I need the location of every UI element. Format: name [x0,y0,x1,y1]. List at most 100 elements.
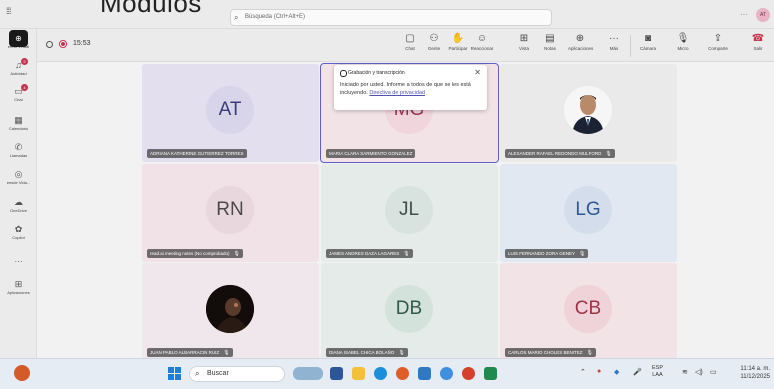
participant-tile[interactable]: CB CARLOS MARIO CHOLES BENITEZ 🎙 [500,263,677,361]
mic-muted-icon: 🎙 [605,151,612,157]
calendar-app-icon[interactable] [418,367,431,380]
rail-item-life[interactable]: ◎ eesde Vida... [0,169,37,185]
mic-button-label: Micro [677,46,689,51]
participant-tile[interactable]: LG LUIS FERNANDO ZORA GENEY 🎙 [500,164,677,262]
participant-tile[interactable]: JL JAMES ANDRES DAZA LAGARES 🎙 [321,164,498,262]
tray-teams-icon[interactable]: ◆ [614,368,619,376]
participant-name: JUAN PABLO ALBARRACIN RUIZ [150,350,220,355]
rail-item-calendar[interactable]: ▦ Calendario [0,115,37,131]
edge-icon[interactable] [374,367,387,380]
overlay-title: Modulos [100,0,202,18]
people-button[interactable]: ⚇ Gente [422,33,446,51]
notes-button[interactable]: ▤ Notas [538,33,562,51]
rail-item-label: Llamadas [9,153,28,158]
rail-item-label: OneDrive [10,208,27,213]
rail-item-activity[interactable]: ♫ 9 Actividad [0,58,37,76]
app-rail: ⊕ ermd Virtual ♫ 9 Actividad ▭ 4 Chat ▦ … [0,29,37,358]
activity-badge: 9 [21,58,28,65]
rail-item-copilot[interactable]: ✿ Copilot [0,224,37,240]
rail-item-calls[interactable]: ✆ Llamadas [0,142,37,158]
more-button-label: Más [609,46,619,51]
popup-title: Grabación y transcripción [340,70,481,77]
widgets-icon[interactable] [293,367,323,380]
rail-item-label: Copilot [12,235,25,240]
copilot-app-icon[interactable] [440,367,453,380]
volume-icon[interactable]: ◁) [695,368,703,376]
mic-muted-icon: 🎙 [403,251,410,257]
weather-icon[interactable] [14,365,30,381]
more-options-icon[interactable]: ··· [740,10,748,19]
chrome-icon[interactable] [462,367,475,380]
language-indicator[interactable]: ESP LAA [652,365,663,379]
rail-item-label: Actividad [10,71,27,76]
app-launcher-icon[interactable]: ⁞⁞⁞ [6,6,11,16]
participant-name: ADRIANA KATHERINE GUTIERREZ TORRES [150,151,244,156]
view-button-label: Vista [519,46,529,51]
participant-tile[interactable]: AT ADRIANA KATHERINE GUTIERREZ TORRES [142,64,319,162]
mic-muted-icon: 🎙 [233,251,240,257]
participant-tile[interactable]: RN read.ai meeting notes (No comprobado) 🎙 [142,164,319,262]
apps-button[interactable]: ⊕ Aplicaciones [568,33,593,51]
store-icon[interactable] [396,367,409,380]
windows-taskbar: ⌕ Buscar ⌃ ● ◆ 🎤 ESP LAA ≋ ◁) ▭ 11:14 a.… [0,358,774,389]
apps-icon: ⊞ [14,279,23,289]
participant-name: JAMES ANDRES DAZA LAGARES [329,251,400,256]
rail-item-apps[interactable]: ⊞ Aplicaciones [0,279,37,295]
taskbar-search-label: Buscar [207,370,229,377]
participant-name-tag: LUIS FERNANDO ZORA GENEY 🎙 [505,249,589,258]
profile-avatar[interactable]: AT [756,8,770,22]
rail-item-more[interactable]: ··· [0,257,37,266]
excel-icon[interactable] [484,367,497,380]
participant-name-tag: ADRIANA KATHERINE GUTIERREZ TORRES [147,149,247,158]
copilot-icon: ✿ [14,224,23,234]
chevron-up-icon[interactable]: ⌃ [580,368,586,376]
tray-app-icon[interactable]: ● [597,368,601,375]
participant-avatar: JL [385,186,433,234]
privacy-policy-link[interactable]: Directiva de privacidad [369,90,425,96]
file-explorer-icon[interactable] [352,367,365,380]
more-button[interactable]: ··· Más [602,33,626,51]
emoji-icon: ☺ [476,33,488,44]
wifi-icon[interactable]: ≋ [682,368,688,376]
participant-name: CARLOS MARIO CHOLES BENITEZ [508,350,583,355]
participant-name: read.ai meeting notes (No comprobado) [150,251,230,256]
mic-button[interactable]: 🎙 Micro [671,33,695,51]
recording-indicator-icon [59,40,67,48]
clock-date: 11/12/2025 [740,374,770,380]
system-clock[interactable]: 11:14 a. m. 11/12/2025 [728,365,770,381]
participant-tile[interactable]: ALEXANDER RAFAEL REDONDO MULFORD 🎙 [500,64,677,162]
rail-item-chat[interactable]: ▭ 4 Chat [0,84,37,102]
view-button[interactable]: ⊞ Vista [512,33,536,51]
leave-button[interactable]: ☎ Salir [745,33,771,51]
lightbulb-icon: ◎ [14,169,23,179]
mic-muted-icon: 🎙 [398,350,405,356]
react-button[interactable]: ☺ Reaccionar [470,33,494,51]
participant-name-tag: ALEXANDER RAFAEL REDONDO MULFORD 🎙 [505,149,615,158]
camera-button[interactable]: ◙ Cámara [636,33,660,51]
meeting-toolbar: 15:53 ▢ Chat ⚇ Gente ✋ Participar ☺ Reac… [37,29,774,62]
apps-add-icon: ⊕ [575,33,585,44]
participant-tile[interactable]: DB DIANA ISABEL CHICA BOLAÑO 🎙 [321,263,498,361]
rail-item-teams[interactable]: ⊕ ermd Virtual [0,30,37,49]
recording-notice-popup: Grabación y transcripción ✕ Iniciado por… [334,65,487,110]
rail-item-onedrive[interactable]: ☁ OneDrive [0,197,37,213]
battery-icon[interactable]: ▭ [710,368,717,376]
task-view-icon[interactable] [330,367,343,380]
phone-icon: ✆ [14,142,23,152]
chat-button[interactable]: ▢ Chat [398,33,422,51]
taskbar-search-input[interactable]: ⌕ Buscar [189,366,285,382]
windows-start-icon[interactable] [168,367,182,381]
chat-badge: 4 [21,84,28,91]
camera-button-label: Cámara [639,46,656,51]
raise-hand-button[interactable]: ✋ Participar [446,33,470,51]
popup-body: Iniciado por usted. Informe a todos de q… [340,81,481,97]
meeting-timer: 15:53 [73,40,91,47]
search-input[interactable]: ⌕ Búsqueda (Ctrl+Alt+E) [230,9,552,26]
teams-icon: ⊕ [9,30,28,47]
tray-mic-icon[interactable]: 🎤 [633,368,642,376]
share-button[interactable]: ⇪ Comparte [706,33,730,51]
close-icon[interactable]: ✕ [474,68,481,77]
teams-meeting-window: ⁞⁞⁞ ⌕ Búsqueda (Ctrl+Alt+E) ··· AT Modul… [0,0,774,389]
participant-tile[interactable]: JUAN PABLO ALBARRACIN RUIZ 🎙 [142,263,319,361]
clock-time: 11:14 a. m. [740,366,770,372]
